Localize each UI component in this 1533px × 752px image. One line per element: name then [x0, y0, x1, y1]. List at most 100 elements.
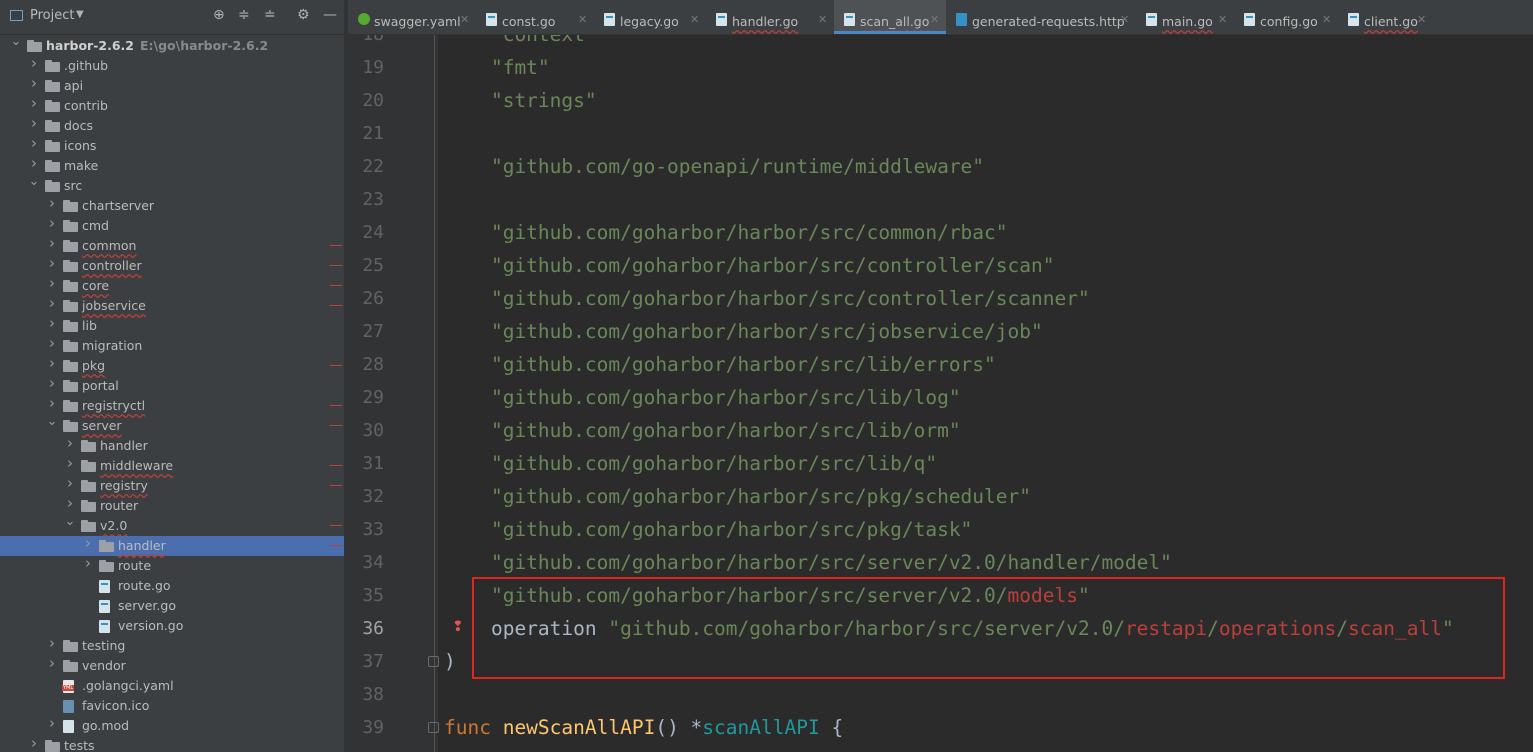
tree-item[interactable]: › route [0, 556, 344, 576]
chevron-right-icon[interactable]: › [46, 636, 58, 651]
tree-item[interactable]: ⌄ server [0, 415, 344, 436]
chevron-right-icon[interactable]: › [46, 216, 58, 231]
close-icon[interactable]: ✕ [1218, 13, 1227, 26]
chevron-right-icon[interactable]: › [82, 556, 94, 571]
chevron-right-icon[interactable]: › [46, 376, 58, 391]
tree-item[interactable]: › middleware [0, 456, 344, 476]
tree-item[interactable]: › handler [0, 436, 344, 456]
tree-item[interactable]: › pkg [0, 356, 344, 376]
tree-item[interactable]: favicon.ico [0, 696, 344, 716]
editor-tab[interactable]: scan_all.go ✕ [834, 0, 946, 34]
tree-item-label: make [64, 158, 99, 173]
editor-tab[interactable]: handler.go ✕ [706, 0, 834, 34]
chevron-right-icon[interactable]: › [28, 156, 40, 171]
tree-item[interactable]: .golangci.yaml [0, 676, 344, 696]
tree-item[interactable]: route.go [0, 576, 344, 596]
close-icon[interactable]: ✕ [930, 13, 939, 26]
tree-item[interactable]: › tests [0, 736, 344, 752]
tree-item[interactable]: › api [0, 76, 344, 96]
close-icon[interactable]: ✕ [1417, 13, 1426, 26]
chevron-right-icon[interactable]: › [64, 476, 76, 491]
code-line: "github.com/goharbor/harbor/src/lib/orm" [444, 419, 961, 442]
editor-tab[interactable]: legacy.go ✕ [594, 0, 706, 34]
chevron-right-icon[interactable]: › [46, 256, 58, 271]
project-view-selector[interactable]: Project [30, 8, 74, 23]
tree-item[interactable]: › go.mod [0, 716, 344, 736]
tree-item[interactable]: › controller [0, 256, 344, 276]
tree-item[interactable]: ⌄ src [0, 175, 344, 196]
chevron-right-icon[interactable]: › [46, 296, 58, 311]
chevron-right-icon[interactable]: › [28, 136, 40, 151]
chevron-right-icon[interactable]: › [64, 496, 76, 511]
chevron-right-icon[interactable]: › [46, 396, 58, 411]
close-icon[interactable]: ✕ [460, 13, 469, 26]
chevron-right-icon[interactable]: › [46, 656, 58, 671]
tree-item[interactable]: › chartserver [0, 196, 344, 216]
panel-divider[interactable] [344, 0, 348, 752]
tree-item[interactable]: › registry [0, 476, 344, 496]
tree-item[interactable]: › cmd [0, 216, 344, 236]
editor-tab[interactable]: swagger.yaml ✕ [348, 0, 476, 34]
chevron-right-icon[interactable]: › [46, 356, 58, 371]
tree-item[interactable]: › router [0, 496, 344, 516]
close-icon[interactable]: ✕ [818, 13, 827, 26]
chevron-right-icon[interactable]: › [28, 56, 40, 71]
chevron-right-icon[interactable]: › [46, 196, 58, 211]
chevron-right-icon[interactable]: › [64, 456, 76, 471]
folder-icon [63, 300, 78, 312]
chevron-down-icon[interactable]: ⌄ [46, 415, 58, 428]
editor-tab[interactable]: const.go ✕ [476, 0, 594, 34]
chevron-down-icon[interactable]: ⌄ [64, 515, 76, 528]
tree-item[interactable]: › jobservice [0, 296, 344, 316]
tree-item[interactable]: version.go [0, 616, 344, 636]
tree-item[interactable]: › icons [0, 136, 344, 156]
editor-tab[interactable]: main.go ✕ [1136, 0, 1234, 34]
chevron-down-icon[interactable]: ▼ [76, 9, 84, 20]
close-icon[interactable]: ✕ [1120, 13, 1129, 26]
expand-all-icon[interactable]: ≑ [238, 7, 250, 23]
tree-item[interactable]: server.go [0, 596, 344, 616]
tree-item[interactable]: › lib [0, 316, 344, 336]
tree-item-path: E:\go\harbor-2.6.2 [139, 38, 269, 53]
chevron-down-icon[interactable]: ⌄ [10, 35, 22, 48]
editor-tab[interactable]: config.go ✕ [1234, 0, 1338, 34]
close-icon[interactable]: ✕ [578, 13, 587, 26]
tree-item[interactable]: ⌄ harbor-2.6.2 E:\go\harbor-2.6.2 [0, 35, 344, 56]
tree-item[interactable]: › registryctl [0, 396, 344, 416]
chevron-right-icon[interactable]: › [46, 276, 58, 291]
chevron-right-icon[interactable]: › [46, 236, 58, 251]
editor-tab[interactable]: client.go ✕ [1338, 0, 1433, 34]
chevron-right-icon[interactable]: › [46, 716, 58, 731]
chevron-right-icon[interactable]: › [46, 316, 58, 331]
tree-item[interactable]: › docs [0, 116, 344, 136]
chevron-down-icon[interactable]: ⌄ [28, 175, 40, 188]
chevron-right-icon[interactable]: › [28, 736, 40, 751]
collapse-all-icon[interactable]: ≐ [264, 7, 276, 23]
gear-icon[interactable]: ⚙ [297, 7, 310, 23]
tree-item[interactable]: › migration [0, 336, 344, 356]
chevron-right-icon[interactable]: › [64, 436, 76, 451]
close-icon[interactable]: ✕ [690, 13, 699, 26]
tree-item[interactable]: › testing [0, 636, 344, 656]
fold-marker-icon[interactable] [428, 722, 439, 733]
minimize-icon[interactable]: — [323, 7, 337, 23]
tree-item[interactable]: › common [0, 236, 344, 256]
chevron-right-icon[interactable]: › [28, 96, 40, 111]
chevron-right-icon[interactable]: › [82, 536, 94, 551]
tree-item[interactable]: › core [0, 276, 344, 296]
tree-item[interactable]: › make [0, 156, 344, 176]
close-icon[interactable]: ✕ [1322, 13, 1331, 26]
chevron-right-icon[interactable]: › [28, 76, 40, 91]
chevron-right-icon[interactable]: › [46, 336, 58, 351]
locate-icon[interactable]: ⊕ [213, 7, 225, 23]
tree-item[interactable]: › vendor [0, 656, 344, 676]
tree-item[interactable]: › contrib [0, 96, 344, 116]
tree-item[interactable]: ⌄ v2.0 [0, 515, 344, 536]
tree-item[interactable]: › portal [0, 376, 344, 396]
tree-item[interactable]: › .github [0, 56, 344, 76]
project-tree[interactable]: ⌄ harbor-2.6.2 E:\go\harbor-2.6.2 › .github ›… [0, 35, 344, 752]
editor-tab[interactable]: generated-requests.http ✕ [946, 0, 1136, 34]
tree-item[interactable]: › handler [0, 536, 344, 556]
chevron-right-icon[interactable]: › [28, 116, 40, 131]
fold-marker-icon[interactable] [428, 656, 439, 667]
